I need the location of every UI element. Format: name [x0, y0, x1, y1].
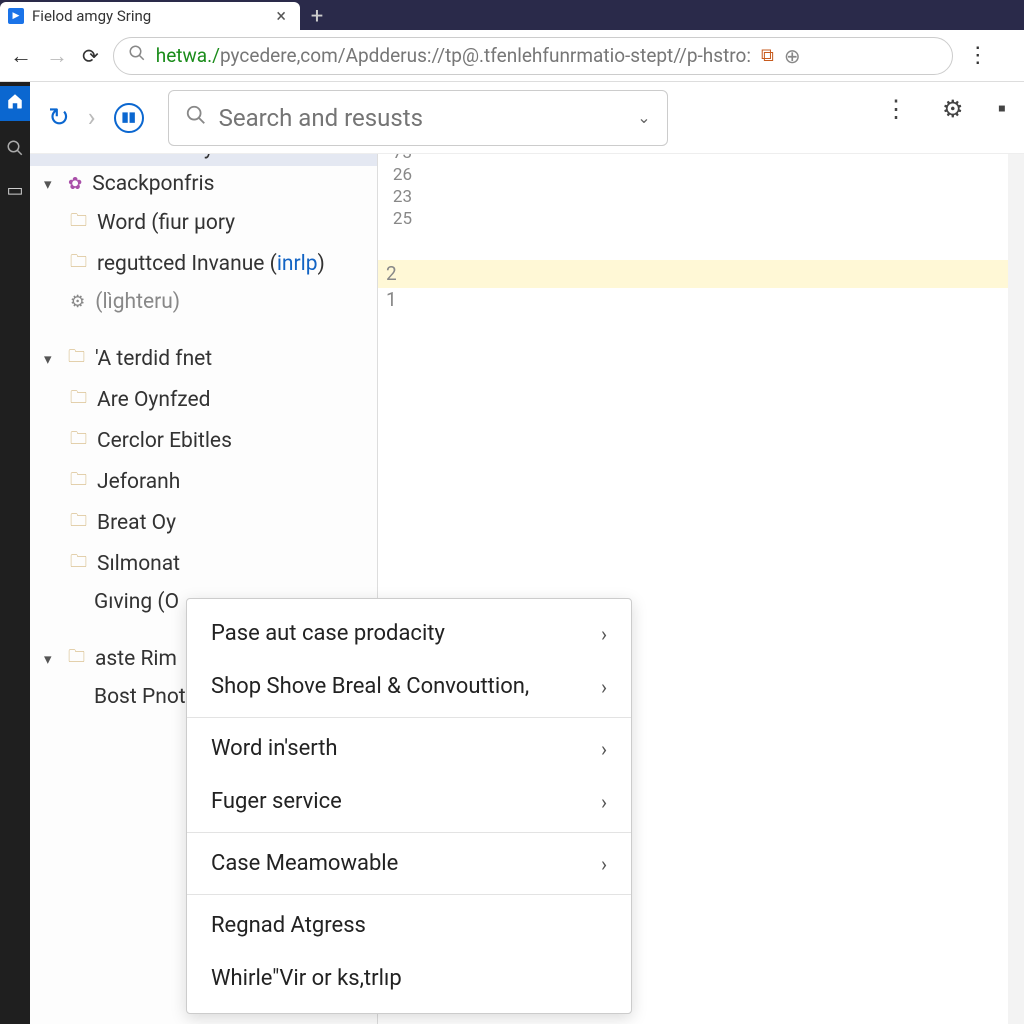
app-toolbar: ↻ › ▮▮ ⌄ ⋮ ⚙ ▪: [30, 82, 1024, 154]
chat-icon[interactable]: ▪: [997, 94, 1006, 123]
item-label: Cerclor Ebitles: [97, 429, 232, 453]
folder-icon: 🗀: [70, 249, 87, 278]
item-label: Bost Pnot: [94, 685, 186, 709]
reload-button[interactable]: ⟳: [82, 44, 99, 68]
new-tab-button[interactable]: +: [300, 2, 334, 30]
refresh-icon[interactable]: ↻: [48, 103, 70, 133]
chevron-down-icon: ▾: [44, 175, 58, 193]
tree-item[interactable]: 🗀 Cerclor Ebitles: [30, 420, 377, 461]
url-input[interactable]: hetwa./pycedere,com/Apdderus://tp@.tfenl…: [113, 37, 953, 75]
ctx-item-regnad[interactable]: Regnad Atgress: [187, 899, 631, 952]
line-number: 1: [386, 288, 397, 311]
context-menu: Pase aut case prodacity› Shop Shove Brea…: [186, 598, 632, 1014]
ctx-item-fuger[interactable]: Fuger service›: [187, 775, 631, 828]
ctx-item-shop[interactable]: Shop Shove Breal & Convouttion,›: [187, 660, 631, 713]
ctx-item-pase[interactable]: Pase aut case prodacity›: [187, 607, 631, 660]
chevron-right-icon[interactable]: ›: [88, 103, 96, 133]
home-icon[interactable]: [0, 86, 30, 121]
chevron-right-icon: ›: [601, 790, 607, 814]
chevron-down-icon[interactable]: ⌄: [637, 108, 650, 127]
tree-item[interactable]: ⚙ (lìghteru): [30, 284, 377, 320]
pause-icon[interactable]: ▮▮: [114, 103, 144, 133]
tree-item[interactable]: 🗀 Sılmonat: [30, 543, 377, 584]
chevron-right-icon: ›: [601, 852, 607, 876]
tab-favicon: [8, 8, 24, 24]
tab-title: Fielod amgy Sring: [32, 7, 264, 25]
ctx-item-case[interactable]: Case Meamowable›: [187, 837, 631, 890]
line-number: 2: [386, 262, 397, 285]
item-label: Sılmonat: [97, 552, 180, 576]
binary-icon: ⚙: [70, 292, 85, 312]
group-label: 'A terdid fnet: [95, 347, 212, 371]
search-icon: [185, 104, 207, 132]
menu-separator: [187, 894, 631, 895]
search-input[interactable]: ⌄: [168, 90, 668, 146]
line-number: 26: [384, 164, 412, 186]
translate-icon[interactable]: ⊕: [784, 44, 801, 68]
folder-icon: 🗀: [68, 644, 85, 673]
chevron-right-icon: ›: [601, 622, 607, 646]
browser-tab[interactable]: Fielod amgy Sring ×: [0, 2, 300, 30]
app-frame: ▭ ▾ Results ▾ Case sensitivity › ▾ ✿ Sca…: [0, 82, 1024, 1024]
activity-bar: ▭: [0, 82, 30, 1024]
folder-icon: 🗀: [70, 508, 87, 537]
item-label: Jeforanh: [97, 470, 180, 494]
back-button[interactable]: ←: [10, 43, 32, 69]
folder-icon: 🗀: [68, 344, 85, 373]
chevron-down-icon: ▾: [44, 350, 58, 368]
extension-icon: ✿: [68, 174, 82, 194]
item-label: Gıving (O: [94, 590, 179, 614]
folder-icon: 🗀: [70, 208, 87, 237]
forward-button[interactable]: →: [46, 43, 68, 69]
tree-item[interactable]: 🗀 Word (fiur µory: [30, 202, 377, 243]
gear-icon[interactable]: ⚙: [942, 95, 964, 123]
tree-item[interactable]: 🗀 Breat Oy: [30, 502, 377, 543]
item-label: reguttced Invanue (inrlp): [97, 252, 325, 276]
chevron-right-icon: ›: [601, 675, 607, 699]
menu-separator: [187, 832, 631, 833]
close-tab-icon[interactable]: ×: [272, 6, 290, 27]
item-label: (lìghteru): [95, 290, 180, 314]
folder-icon: 🗀: [70, 467, 87, 496]
toolbar-right: ⋮ ⚙ ▪: [884, 94, 1006, 123]
folder-icon: 🗀: [70, 426, 87, 455]
more-icon[interactable]: ⋮: [884, 95, 908, 123]
ctx-item-word[interactable]: Word in'serth›: [187, 722, 631, 775]
url-text: hetwa./pycedere,com/Apdderus://tp@.tfenl…: [156, 44, 751, 67]
menu-separator: [187, 717, 631, 718]
search-rail-icon[interactable]: [0, 139, 30, 162]
panel-rail-icon[interactable]: ▭: [0, 180, 30, 201]
folder-icon: 🗀: [70, 549, 87, 578]
tree-group-header[interactable]: ▾ 🗀 'A terdid fnet: [30, 338, 377, 379]
browser-menu-icon[interactable]: ⋮: [967, 43, 989, 68]
tree-item[interactable]: 🗀 Are Oynfzed: [30, 379, 377, 420]
item-label: Word (fiur µory: [97, 211, 235, 235]
ctx-item-whirle[interactable]: Whirle"Vir or ks,trlıp: [187, 952, 631, 1005]
tree-item[interactable]: 🗀 reguttced Invanue (inrlp): [30, 243, 377, 284]
group-label: aste Rim: [95, 647, 177, 671]
tree-item[interactable]: 🗀 Jeforanh: [30, 461, 377, 502]
current-line-highlight: [378, 260, 1010, 288]
line-number: 23: [384, 186, 412, 208]
vertical-scrollbar[interactable]: [1008, 82, 1024, 1024]
chevron-down-icon: ▾: [44, 650, 58, 668]
address-bar: ← → ⟳ hetwa./pycedere,com/Apdderus://tp@…: [0, 30, 1024, 82]
line-number: 25: [384, 208, 412, 230]
search-icon: [128, 44, 146, 67]
reader-mode-icon[interactable]: ⧉: [761, 45, 774, 66]
item-label: Breat Oy: [97, 511, 176, 535]
group-label: Scackponfris: [92, 172, 214, 196]
chevron-right-icon: ›: [601, 737, 607, 761]
browser-tabstrip: Fielod amgy Sring × +: [0, 0, 1024, 30]
item-label: Are Oynfzed: [97, 388, 210, 412]
tree-group-header[interactable]: ▾ ✿ Scackponfris: [30, 166, 377, 202]
search-field[interactable]: [219, 104, 626, 132]
folder-icon: 🗀: [70, 385, 87, 414]
